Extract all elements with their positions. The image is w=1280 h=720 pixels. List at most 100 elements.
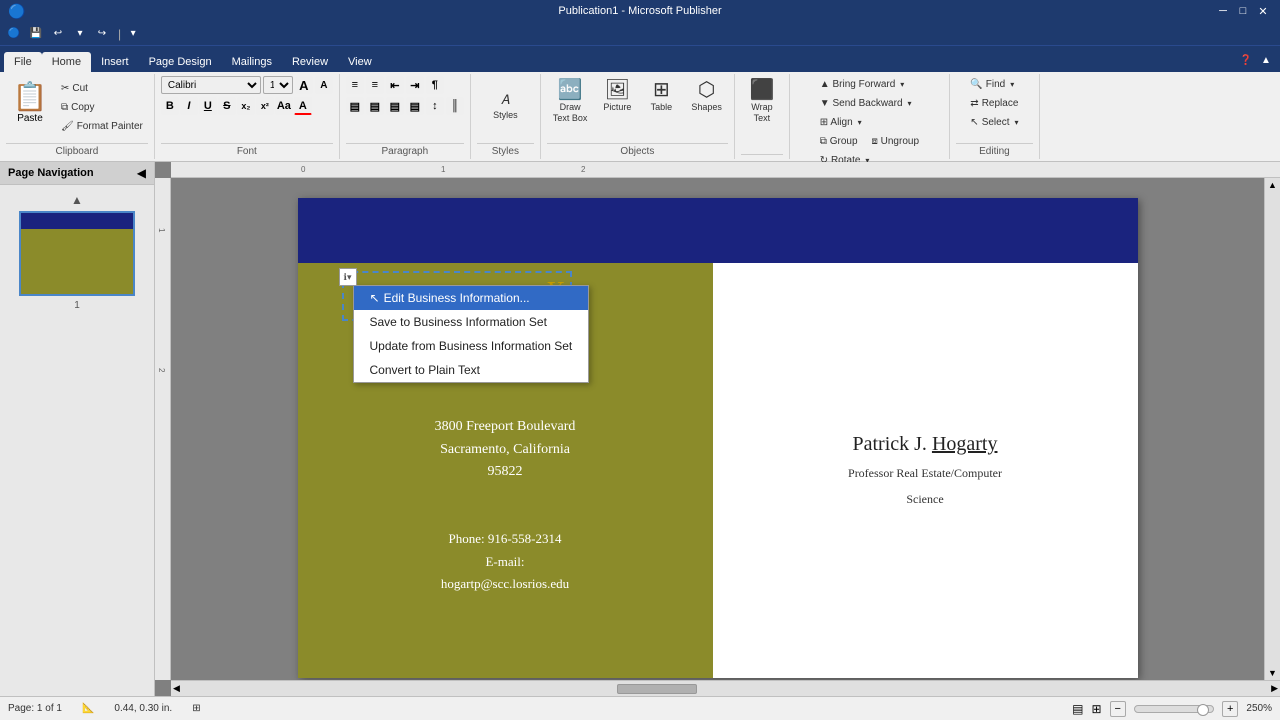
scroll-right-btn[interactable]: ▶ bbox=[1269, 681, 1280, 696]
tab-file[interactable]: File bbox=[4, 52, 42, 72]
align-button[interactable]: ⊞ Align ▾ bbox=[815, 114, 867, 131]
position-coords: 0.44, 0.30 in. bbox=[114, 703, 172, 714]
strikethrough-button[interactable]: S bbox=[218, 97, 236, 115]
publisher-logo-btn[interactable]: 🔵 bbox=[4, 24, 24, 44]
zoom-level: 250% bbox=[1246, 703, 1272, 714]
shapes-label: Shapes bbox=[691, 102, 722, 113]
undo-btn[interactable]: ↩ bbox=[48, 24, 68, 44]
view-grid-btn[interactable]: ⊞ bbox=[1091, 702, 1101, 716]
zoom-thumb[interactable] bbox=[1197, 704, 1209, 716]
help-btn[interactable]: ❓ bbox=[1236, 50, 1256, 70]
find-button[interactable]: 🔍 Find ▾ bbox=[965, 76, 1019, 93]
customize-quick-access-btn[interactable]: ▾ bbox=[123, 24, 143, 44]
font-name-select[interactable]: Calibri bbox=[161, 76, 261, 94]
change-case-button[interactable]: Aa bbox=[275, 97, 293, 115]
horizontal-scrollbar[interactable]: ◀ ▶ bbox=[171, 680, 1280, 696]
paragraph-row1: ≡ ≡ ⇤ ⇥ ¶ bbox=[346, 76, 444, 94]
picture-button[interactable]: 🖼 Picture bbox=[597, 76, 637, 117]
navigation-panel: Page Navigation ◀ ▲ 1 bbox=[0, 162, 155, 696]
bring-forward-button[interactable]: ▲ Bring Forward ▾ bbox=[815, 76, 910, 93]
justify-button[interactable]: ▤ bbox=[406, 97, 424, 115]
numbering-button[interactable]: ≡ bbox=[366, 76, 384, 94]
select-button[interactable]: ↖ Select ▾ bbox=[965, 114, 1023, 131]
paragraph-mark-button[interactable]: ¶ bbox=[426, 76, 444, 94]
smart-tag-button[interactable]: ℹ▾ bbox=[339, 268, 357, 286]
nav-panel-title: Page Navigation bbox=[8, 167, 94, 179]
tab-review[interactable]: Review bbox=[282, 52, 338, 72]
grow-font-btn[interactable]: A bbox=[295, 76, 313, 94]
shapes-button[interactable]: ⬡ Shapes bbox=[685, 76, 728, 117]
address-line1: 3800 Freeport Boulevard bbox=[435, 416, 576, 438]
maximize-button[interactable]: □ bbox=[1234, 2, 1252, 20]
context-menu-item-save[interactable]: Save to Business Information Set bbox=[354, 310, 589, 334]
format-painter-button[interactable]: 🖌 Format Painter bbox=[56, 118, 148, 135]
group-button[interactable]: ⧉ Group bbox=[815, 133, 863, 150]
align-left-button[interactable]: ▤ bbox=[346, 97, 364, 115]
wrap-text-label: WrapText bbox=[751, 102, 772, 124]
columns-button[interactable]: ║ bbox=[446, 97, 464, 115]
superscript-button[interactable]: x² bbox=[256, 97, 274, 115]
draw-text-box-button[interactable]: 🔤 DrawText Box bbox=[547, 76, 594, 128]
tab-page-design[interactable]: Page Design bbox=[139, 52, 222, 72]
picture-icon: 🖼 bbox=[605, 80, 630, 100]
nav-panel-collapse-btn[interactable]: ◀ bbox=[137, 166, 146, 180]
page-thumbnail[interactable] bbox=[19, 211, 135, 296]
shrink-font-btn[interactable]: A bbox=[315, 76, 333, 94]
bold-button[interactable]: B bbox=[161, 97, 179, 115]
tab-mailings[interactable]: Mailings bbox=[222, 52, 282, 72]
tab-view[interactable]: View bbox=[338, 52, 382, 72]
font-label: Font bbox=[161, 143, 333, 157]
styles-button[interactable]: 𝐴 Styles bbox=[485, 76, 525, 136]
vertical-scrollbar[interactable]: ▲ ▼ bbox=[1264, 178, 1280, 680]
copy-button[interactable]: ⧉ Copy bbox=[56, 99, 148, 116]
view-normal-btn[interactable]: ▤ bbox=[1072, 702, 1083, 716]
draw-text-box-icon: 🔤 bbox=[558, 80, 583, 100]
font-size-select[interactable]: 11 bbox=[263, 76, 293, 94]
nav-scroll-up[interactable]: ▲ bbox=[8, 193, 146, 207]
minimize-button[interactable]: ─ bbox=[1214, 2, 1232, 20]
paragraph-label: Paragraph bbox=[346, 143, 464, 157]
ribbon-collapse-btn[interactable]: ▲ bbox=[1256, 50, 1276, 70]
zoom-slider[interactable] bbox=[1134, 705, 1214, 713]
align-right-button[interactable]: ▤ bbox=[386, 97, 404, 115]
font-group: Calibri 11 A A B I U S x₂ x² Aa A Font bbox=[155, 74, 340, 159]
save-btn[interactable]: 💾 bbox=[26, 24, 46, 44]
font-color-button[interactable]: A bbox=[294, 97, 312, 115]
italic-button[interactable]: I bbox=[180, 97, 198, 115]
line-spacing-button[interactable]: ↕ bbox=[426, 97, 444, 115]
context-menu-item-convert[interactable]: Convert to Plain Text bbox=[354, 358, 589, 382]
underline-button[interactable]: U bbox=[199, 97, 217, 115]
context-menu-item-edit[interactable]: ↖ Edit Business Information... bbox=[354, 286, 589, 310]
replace-button[interactable]: ⇄ Replace bbox=[965, 95, 1023, 112]
zoom-out-btn[interactable]: − bbox=[1110, 701, 1126, 717]
align-center-button[interactable]: ▤ bbox=[366, 97, 384, 115]
cut-button[interactable]: ✂ Cut bbox=[56, 80, 148, 97]
canvas-scroll[interactable]: Y ℹ▾ ↖ bbox=[171, 178, 1264, 680]
tab-home[interactable]: Home bbox=[42, 52, 91, 72]
decrease-indent-button[interactable]: ⇤ bbox=[386, 76, 404, 94]
context-menu-item-update[interactable]: Update from Business Information Set bbox=[354, 334, 589, 358]
send-backward-button[interactable]: ▼ Send Backward ▾ bbox=[815, 95, 917, 112]
undo-dropdown-btn[interactable]: ▾ bbox=[70, 24, 90, 44]
increase-indent-button[interactable]: ⇥ bbox=[406, 76, 424, 94]
zoom-in-btn[interactable]: + bbox=[1222, 701, 1238, 717]
ungroup-button[interactable]: ⧈ Ungroup bbox=[867, 133, 925, 150]
close-button[interactable]: ✕ bbox=[1254, 2, 1272, 20]
scroll-down-btn[interactable]: ▼ bbox=[1266, 666, 1279, 680]
tab-insert[interactable]: Insert bbox=[91, 52, 139, 72]
paste-button[interactable]: 📋 Paste bbox=[6, 76, 54, 128]
publisher-icon: 🔵 bbox=[8, 3, 25, 20]
bullets-button[interactable]: ≡ bbox=[346, 76, 364, 94]
pub-header bbox=[298, 198, 1138, 263]
subscript-button[interactable]: x₂ bbox=[237, 97, 255, 115]
scroll-thumb-h[interactable] bbox=[617, 684, 697, 694]
scroll-left-btn[interactable]: ◀ bbox=[171, 681, 182, 696]
scroll-up-btn[interactable]: ▲ bbox=[1266, 178, 1279, 192]
ruler-v-mark2: 2 bbox=[157, 368, 166, 372]
window-controls: ─ □ ✕ bbox=[1214, 2, 1272, 20]
table-button[interactable]: ⊞ Table bbox=[641, 76, 681, 117]
wrap-text-button[interactable]: ⬛ WrapText bbox=[742, 76, 782, 128]
redo-btn[interactable]: ↪ bbox=[92, 24, 112, 44]
canvas-area[interactable]: 0 1 2 1 2 bbox=[155, 162, 1280, 696]
context-cursor-icon: ↖ bbox=[370, 291, 380, 305]
